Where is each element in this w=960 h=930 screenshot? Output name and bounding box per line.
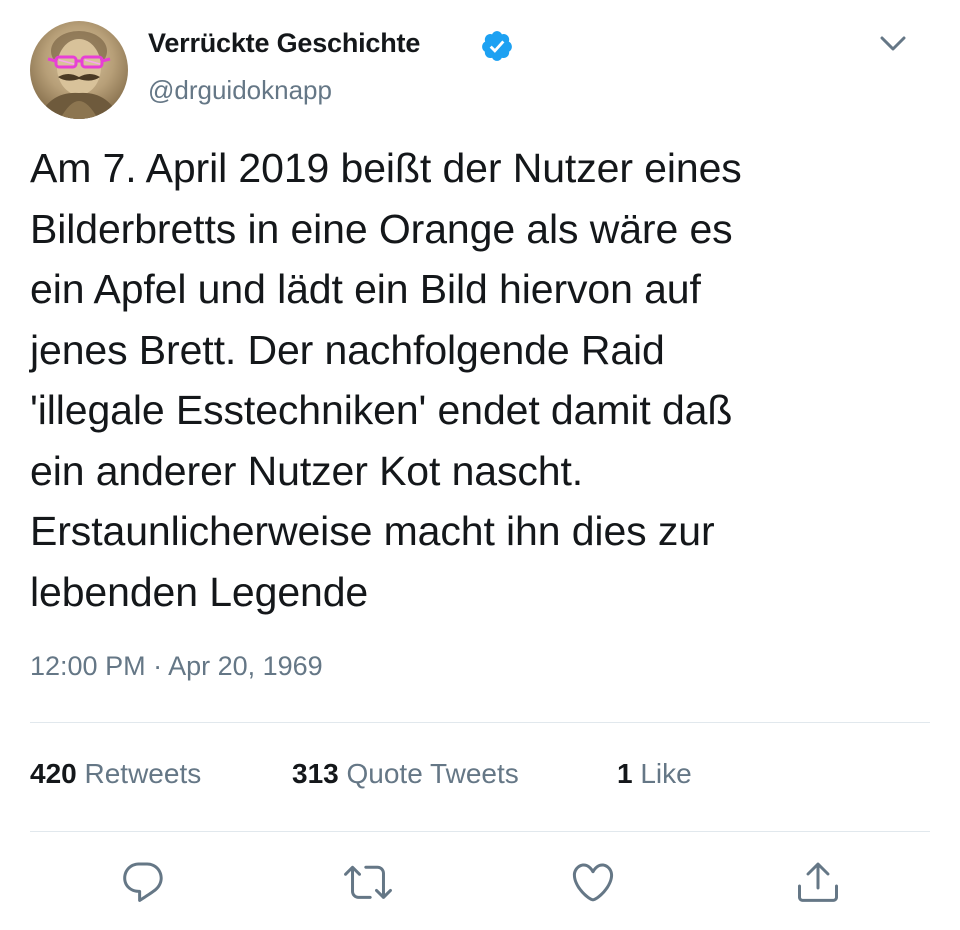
- quote-tweets-stat[interactable]: 313 Quote Tweets: [292, 758, 519, 790]
- retweets-stat[interactable]: 420 Retweets: [30, 758, 201, 790]
- avatar-image: [38, 31, 120, 119]
- likes-stat[interactable]: 1 Like: [617, 758, 692, 790]
- likes-count: 1: [617, 758, 633, 789]
- retweets-label: Retweets: [84, 758, 202, 789]
- divider: [30, 831, 930, 832]
- chevron-down-icon[interactable]: [877, 32, 909, 56]
- retweet-icon[interactable]: [344, 858, 392, 906]
- avatar[interactable]: [30, 21, 128, 119]
- like-icon[interactable]: [569, 858, 617, 906]
- display-name[interactable]: Verrückte Geschichte: [148, 28, 420, 59]
- retweets-count: 420: [30, 758, 77, 789]
- quote-tweets-count: 313: [292, 758, 339, 789]
- quote-tweets-label: Quote Tweets: [346, 758, 519, 789]
- verified-badge-icon: [482, 31, 512, 61]
- author-handle[interactable]: @drguidoknapp: [148, 75, 332, 106]
- divider: [30, 722, 930, 723]
- likes-label: Like: [640, 758, 692, 789]
- tweet-text: Am 7. April 2019 beißt der Nutzer eines …: [30, 145, 742, 615]
- share-icon[interactable]: [794, 858, 842, 906]
- tweet-timestamp[interactable]: 12:00 PM · Apr 20, 1969: [30, 651, 323, 682]
- reply-icon[interactable]: [119, 858, 167, 906]
